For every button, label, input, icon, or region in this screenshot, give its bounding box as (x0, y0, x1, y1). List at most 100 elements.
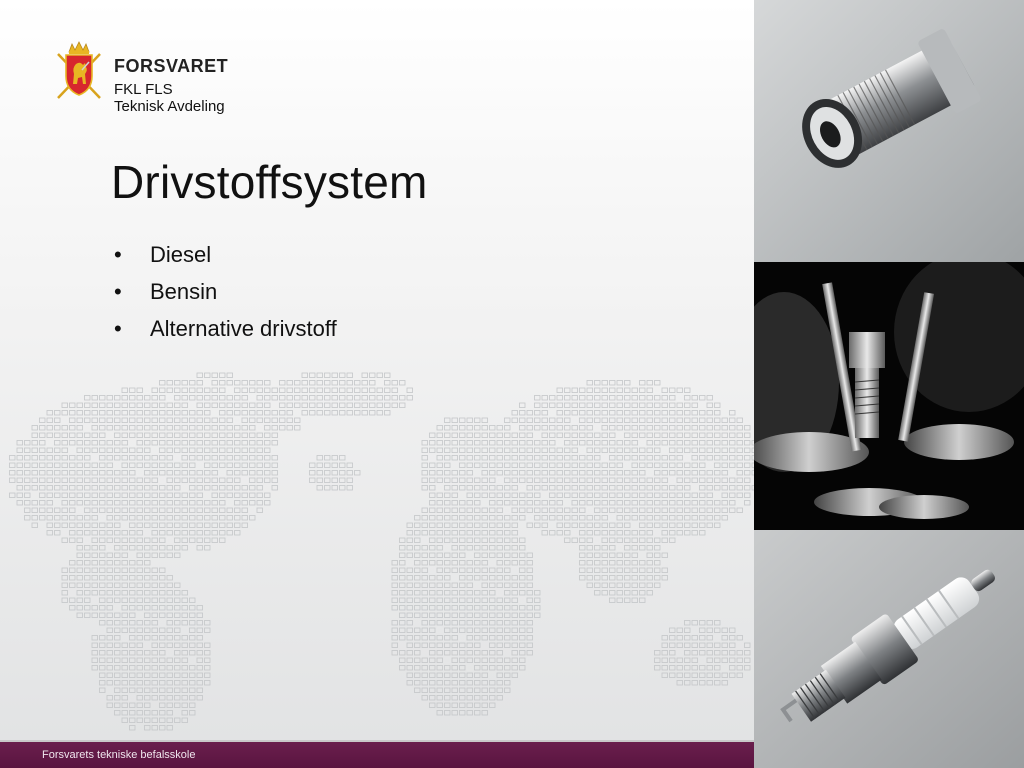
map-dot (271, 432, 278, 438)
map-dot (639, 582, 646, 588)
map-dot (504, 590, 511, 596)
map-dot (451, 650, 458, 656)
map-dot (166, 725, 173, 731)
map-dot (301, 372, 308, 378)
map-dot (481, 702, 488, 708)
map-dot (736, 462, 743, 468)
map-dot (624, 530, 631, 536)
map-dot (189, 605, 196, 611)
map-dot (744, 425, 751, 431)
map-dot (639, 432, 646, 438)
map-dot (204, 672, 211, 678)
map-dot (106, 410, 113, 416)
map-dot (616, 560, 623, 566)
map-dot (99, 620, 106, 626)
map-dot (39, 470, 46, 476)
map-dot (519, 620, 526, 626)
map-dot (69, 507, 76, 513)
map-dot (129, 612, 136, 618)
map-dot (256, 462, 263, 468)
map-dot (736, 477, 743, 483)
map-dot (451, 545, 458, 551)
map-dot (601, 507, 608, 513)
map-dot (144, 462, 151, 468)
map-dot (99, 560, 106, 566)
map-dot (174, 485, 181, 491)
map-dot (204, 515, 211, 521)
map-dot (556, 455, 563, 461)
map-dot (346, 477, 353, 483)
map-dot (691, 500, 698, 506)
map-dot (129, 567, 136, 573)
map-dot (444, 440, 451, 446)
map-dot (624, 410, 631, 416)
map-dot (136, 492, 143, 498)
map-dot (99, 605, 106, 611)
map-dot (579, 432, 586, 438)
map-dot (676, 672, 683, 678)
map-dot (669, 462, 676, 468)
map-dot (91, 447, 98, 453)
map-dot (91, 477, 98, 483)
map-dot (601, 440, 608, 446)
map-dot (571, 522, 578, 528)
map-dot (136, 447, 143, 453)
map-dot (489, 695, 496, 701)
map-dot (9, 455, 16, 461)
map-dot (174, 680, 181, 686)
map-dot (496, 500, 503, 506)
map-dot (556, 530, 563, 536)
map-dot (174, 530, 181, 536)
org-department-label: Teknisk Avdeling (114, 98, 225, 115)
map-dot (196, 387, 203, 393)
map-dot (421, 672, 428, 678)
map-dot (316, 387, 323, 393)
map-dot (84, 462, 91, 468)
map-dot (151, 507, 158, 513)
map-dot (196, 417, 203, 423)
map-dot (519, 657, 526, 663)
map-dot (496, 672, 503, 678)
map-dot (676, 485, 683, 491)
map-dot (549, 530, 556, 536)
map-dot (736, 672, 743, 678)
map-dot (579, 492, 586, 498)
map-dot (646, 537, 653, 543)
map-dot (106, 425, 113, 431)
map-dot (736, 635, 743, 641)
map-dot (106, 582, 113, 588)
map-dot (31, 522, 38, 528)
map-dot (391, 620, 398, 626)
map-dot (481, 417, 488, 423)
map-dot (294, 380, 301, 386)
map-dot (129, 395, 136, 401)
map-dot (196, 605, 203, 611)
map-dot (489, 507, 496, 513)
map-dot (624, 380, 631, 386)
map-dot (46, 470, 53, 476)
map-dot (159, 387, 166, 393)
map-dot (444, 447, 451, 453)
map-dot (61, 515, 68, 521)
map-dot (234, 485, 241, 491)
map-dot (406, 597, 413, 603)
map-dot (99, 597, 106, 603)
map-dot (144, 500, 151, 506)
map-dot (226, 492, 233, 498)
map-dot (91, 470, 98, 476)
map-dot (69, 410, 76, 416)
map-dot (459, 417, 466, 423)
map-dot (601, 395, 608, 401)
map-dot (181, 500, 188, 506)
map-dot (549, 515, 556, 521)
map-dot (579, 522, 586, 528)
map-dot (474, 635, 481, 641)
map-dot (691, 410, 698, 416)
map-dot (106, 492, 113, 498)
map-dot (174, 417, 181, 423)
map-dot (406, 672, 413, 678)
map-dot (84, 507, 91, 513)
map-dot (16, 440, 23, 446)
map-dot (91, 650, 98, 656)
map-dot (166, 702, 173, 708)
